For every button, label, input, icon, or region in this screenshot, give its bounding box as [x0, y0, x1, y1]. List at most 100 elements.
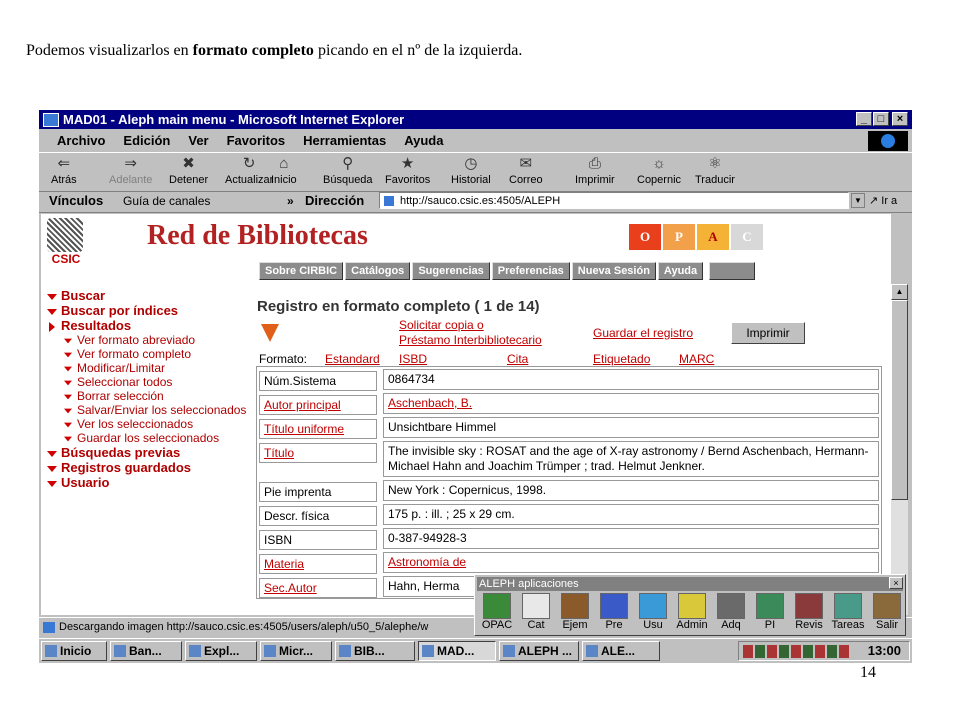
menu-item-0[interactable]: Archivo	[57, 133, 105, 148]
uk-flag-icon[interactable]	[709, 262, 756, 280]
guardar-registro-link[interactable]: Guardar el registro	[593, 326, 693, 340]
taskbar-item[interactable]: BIB...	[335, 641, 415, 661]
subnav-item[interactable]: Ver formato abreviado	[47, 333, 247, 347]
back-button[interactable]: ⇐ Atrás	[51, 155, 77, 186]
aleph-app-button[interactable]: Usu	[635, 593, 671, 631]
format-link[interactable]: Estandard	[325, 352, 380, 366]
nav-resultados[interactable]: Resultados	[47, 318, 247, 333]
nav-busquedas-previas[interactable]: Búsquedas previas	[47, 445, 247, 460]
menu-item-5[interactable]: Ayuda	[404, 133, 443, 148]
record-field-value[interactable]: Aschenbach, B.	[383, 393, 879, 414]
window-title: MAD01 - Aleph main menu - Microsoft Inte…	[63, 112, 405, 127]
scroll-thumb[interactable]	[891, 300, 908, 500]
format-link[interactable]: MARC	[679, 352, 714, 366]
select-record-icon[interactable]	[261, 324, 279, 342]
field-label-text[interactable]: Título	[264, 446, 294, 460]
subnav-item[interactable]: Guardar los seleccionados	[47, 431, 247, 445]
translate-button[interactable]: ⚛ Traducir	[695, 155, 735, 186]
format-link[interactable]: ISBD	[399, 352, 427, 366]
minimize-button[interactable]: _	[856, 112, 872, 126]
vertical-scrollbar[interactable]: ▲	[891, 284, 908, 615]
subnav-item[interactable]: Ver los seleccionados	[47, 417, 247, 431]
menu-item-3[interactable]: Favoritos	[227, 133, 286, 148]
search-button[interactable]: ⚲ Búsqueda	[323, 155, 373, 186]
subnav-item[interactable]: Seleccionar todos	[47, 375, 247, 389]
aleph-popup-close-button[interactable]: ×	[889, 577, 903, 589]
aleph-app-button[interactable]: Ejem	[557, 593, 593, 631]
aleph-app-button[interactable]: Admin	[674, 593, 710, 631]
maximize-button[interactable]: □	[873, 112, 889, 126]
stop-button[interactable]: ✖ Detener	[169, 155, 208, 186]
favorites-button[interactable]: ★ Favoritos	[385, 155, 430, 186]
taskbar-item[interactable]: Ban...	[110, 641, 182, 661]
record-field-label[interactable]: Título uniforme	[259, 419, 377, 439]
nav-tab[interactable]: Nueva Sesión	[571, 262, 656, 280]
taskbar-item[interactable]: Expl...	[185, 641, 257, 661]
menu-item-2[interactable]: Ver	[188, 133, 208, 148]
nav-registros-guardados[interactable]: Registros guardados	[47, 460, 247, 475]
nav-tab[interactable]: Catálogos	[345, 262, 411, 280]
subnav-item[interactable]: Modificar/Limitar	[47, 361, 247, 375]
record-field-value[interactable]: Astronomía de	[383, 552, 879, 573]
go-button[interactable]: ↗ Ir a	[869, 190, 897, 212]
address-dropdown-icon[interactable]: ▼	[851, 193, 865, 208]
field-value-text[interactable]: Aschenbach, B.	[388, 396, 472, 410]
copernic-button[interactable]: ☼ Copernic	[637, 155, 681, 186]
record-field-label[interactable]: Sec.Autor	[259, 578, 377, 598]
field-label-text[interactable]: Autor principal	[264, 398, 341, 412]
aleph-app-button[interactable]: Adq	[713, 593, 749, 631]
links-chevron-icon[interactable]: »	[287, 190, 294, 212]
nav-usuario[interactable]: Usuario	[47, 475, 247, 490]
taskbar-item[interactable]: ALE...	[582, 641, 660, 661]
aleph-app-button[interactable]: Tareas	[830, 593, 866, 631]
nav-buscar[interactable]: Buscar	[47, 288, 247, 303]
imprimir-button[interactable]: Imprimir	[731, 322, 805, 344]
links-item[interactable]: Guía de canales	[123, 190, 210, 212]
start-button[interactable]: Inicio	[41, 641, 107, 661]
nav-buscar-indices[interactable]: Buscar por índices	[47, 303, 247, 318]
field-value-text: New York : Copernicus, 1998.	[388, 483, 547, 497]
address-input[interactable]: http://sauco.csic.es:4505/ALEPH	[379, 192, 849, 209]
print-button[interactable]: ⎙ Imprimir	[575, 155, 615, 186]
taskbar-item[interactable]: MAD...	[418, 641, 496, 661]
nav-tab[interactable]: Sugerencias	[412, 262, 490, 280]
menu-item-1[interactable]: Edición	[123, 133, 170, 148]
subnav-label: Seleccionar todos	[77, 375, 173, 389]
taskbar-item[interactable]: Micr...	[260, 641, 332, 661]
close-button[interactable]: ×	[892, 112, 908, 126]
tray-icons[interactable]	[743, 645, 849, 658]
nav-tab[interactable]: Ayuda	[657, 262, 704, 280]
mail-button[interactable]: ✉ Correo	[509, 155, 543, 186]
field-label-text[interactable]: Materia	[264, 557, 304, 571]
field-label-text[interactable]: Sec.Autor	[264, 581, 317, 595]
solicitar-copia-link[interactable]: Solicitar copia o	[399, 318, 484, 332]
prestamo-interbibliotecario-link[interactable]: Préstamo Interbibliotecario	[399, 333, 542, 347]
page-loading-icon	[43, 621, 55, 633]
record-field-label[interactable]: Autor principal	[259, 395, 377, 415]
refresh-button[interactable]: ↻ Actualizar	[225, 155, 273, 186]
home-button[interactable]: ⌂ Inicio	[271, 155, 297, 186]
format-link[interactable]: Cita	[507, 352, 528, 366]
nav-tab[interactable]: Preferencias	[491, 262, 570, 280]
subnav-item[interactable]: Salvar/Enviar los seleccionados	[47, 403, 247, 417]
aleph-app-button[interactable]: Revis	[791, 593, 827, 631]
triangle-down-icon	[64, 394, 72, 400]
aleph-app-button[interactable]: OPAC	[479, 593, 515, 631]
aleph-app-button[interactable]: Salir	[869, 593, 905, 631]
history-button[interactable]: ◷ Historial	[451, 155, 491, 186]
subnav-item[interactable]: Ver formato completo	[47, 347, 247, 361]
record-field-label[interactable]: Materia	[259, 554, 377, 574]
taskbar-item[interactable]: ALEPH ...	[499, 641, 579, 661]
menu-item-4[interactable]: Herramientas	[303, 133, 386, 148]
field-label-text[interactable]: Título uniforme	[264, 422, 344, 436]
record-field-label[interactable]: Título	[259, 443, 377, 463]
field-value-text[interactable]: Astronomía de	[388, 555, 466, 569]
aleph-app-button[interactable]: PI	[752, 593, 788, 631]
format-link[interactable]: Etiquetado	[593, 352, 650, 366]
forward-button[interactable]: ⇒ Adelante	[109, 155, 152, 186]
aleph-app-button[interactable]: Cat	[518, 593, 554, 631]
aleph-app-button[interactable]: Pre	[596, 593, 632, 631]
subnav-item[interactable]: Borrar selección	[47, 389, 247, 403]
nav-tab[interactable]: Sobre CIRBIC	[259, 262, 344, 280]
scroll-up-icon[interactable]: ▲	[891, 284, 908, 300]
